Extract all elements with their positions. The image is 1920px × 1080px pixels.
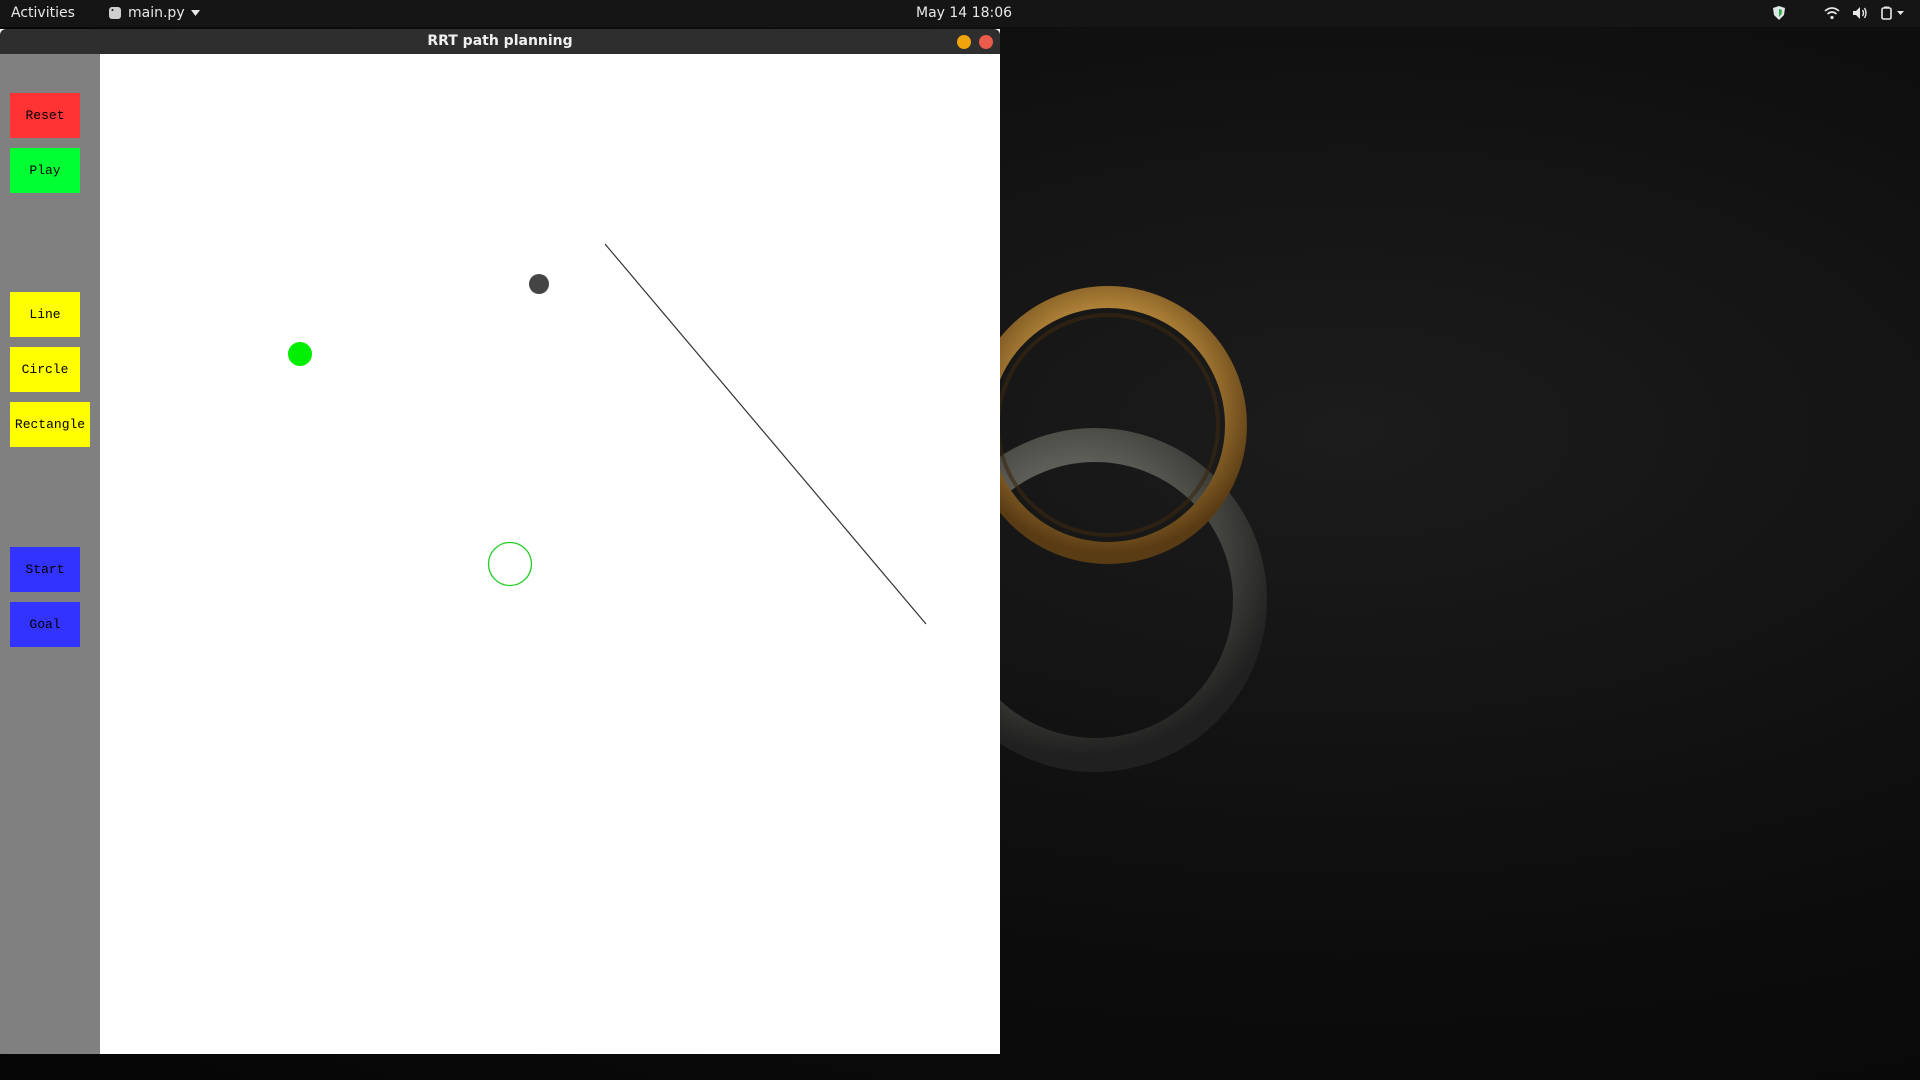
power-icon[interactable] <box>1880 6 1906 20</box>
python-icon <box>109 7 121 19</box>
window-title: RRT path planning <box>427 33 573 49</box>
close-button[interactable] <box>979 35 993 49</box>
minimize-button[interactable] <box>957 35 971 49</box>
app-window: RRT path planning Reset Play Line Circle… <box>0 29 1000 1054</box>
goal-tool-button[interactable]: Goal <box>10 602 80 647</box>
obstacle-line <box>604 243 927 625</box>
clock[interactable]: May 14 18:06 <box>916 5 1012 21</box>
reset-button[interactable]: Reset <box>10 93 80 138</box>
volume-icon[interactable] <box>1852 6 1868 20</box>
start-tool-button[interactable]: Start <box>10 547 80 592</box>
tool-panel: Reset Play Line Circle Rectangle Start G… <box>0 54 100 1054</box>
obstacle-point <box>529 274 549 294</box>
circle-tool-button[interactable]: Circle <box>10 347 80 392</box>
app-menu-label: main.py <box>128 5 185 21</box>
start-marker <box>288 342 312 366</box>
system-tray[interactable] <box>1772 4 1906 22</box>
wifi-icon[interactable] <box>1824 6 1840 20</box>
drawing-canvas[interactable] <box>100 54 1000 1054</box>
goal-marker <box>487 541 533 587</box>
app-menu[interactable]: main.py <box>108 5 200 21</box>
activities-button[interactable]: Activities <box>11 5 75 21</box>
line-tool-button[interactable]: Line <box>10 292 80 337</box>
window-title-bar[interactable]: RRT path planning <box>0 29 1000 54</box>
play-button[interactable]: Play <box>10 148 80 193</box>
chevron-down-icon <box>190 10 200 16</box>
system-top-bar: Activities main.py May 14 18:06 <box>0 0 1920 27</box>
rectangle-tool-button[interactable]: Rectangle <box>10 402 90 447</box>
shield-icon[interactable] <box>1772 5 1786 21</box>
